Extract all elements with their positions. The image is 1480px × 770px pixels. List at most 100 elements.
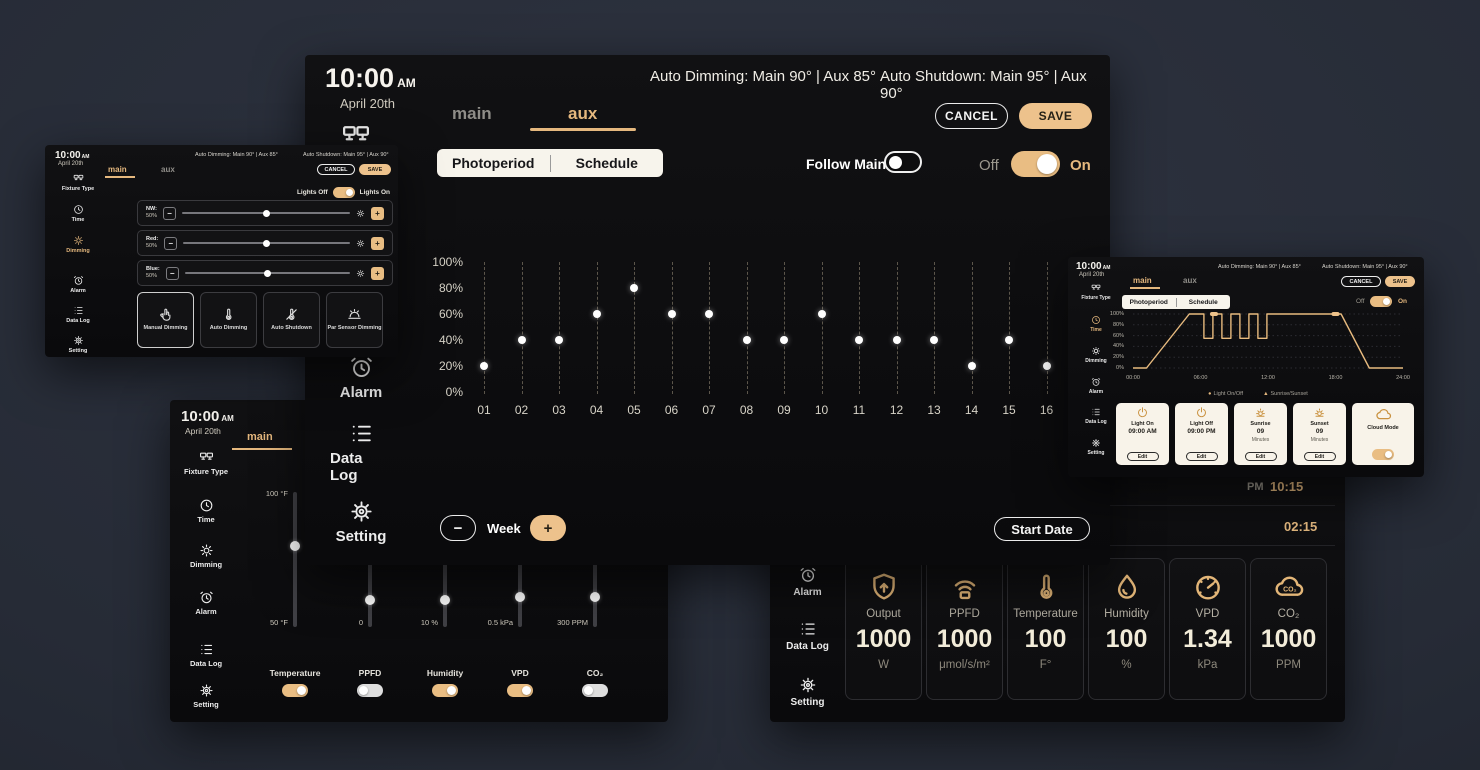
sidebar-item-data-log[interactable]: Data Log bbox=[55, 305, 101, 324]
cloud-mode-toggle[interactable] bbox=[1372, 449, 1394, 460]
channel-decrease-button[interactable]: − bbox=[163, 207, 176, 220]
channel-decrease-button[interactable]: − bbox=[164, 237, 177, 250]
channel-increase-button[interactable]: + bbox=[371, 237, 384, 250]
edit-button[interactable]: Edit bbox=[1245, 452, 1277, 461]
tab-aux[interactable]: aux bbox=[568, 104, 597, 124]
save-button[interactable]: SAVE bbox=[1385, 276, 1415, 287]
sidebar-item-data-log[interactable]: Data Log bbox=[330, 421, 392, 484]
channel-slider[interactable] bbox=[185, 272, 350, 274]
sidebar-item-alarm[interactable]: Alarm bbox=[780, 566, 835, 598]
sidebar-item-alarm[interactable]: Alarm bbox=[330, 355, 392, 401]
sidebar-item-alarm[interactable]: Alarm bbox=[182, 590, 230, 616]
chart-data-point[interactable] bbox=[518, 336, 526, 344]
chart-data-point[interactable] bbox=[480, 362, 488, 370]
aux-on-off-toggle[interactable] bbox=[1011, 151, 1060, 177]
humidity-toggle[interactable] bbox=[432, 684, 458, 697]
main-on-off-toggle[interactable] bbox=[1370, 296, 1392, 307]
lights-on-off-toggle[interactable] bbox=[333, 187, 355, 198]
chart-data-point[interactable] bbox=[780, 336, 788, 344]
chart-data-point[interactable] bbox=[593, 310, 601, 318]
sidebar-item-data-log[interactable]: Data Log bbox=[780, 620, 835, 652]
slider-thumb[interactable] bbox=[290, 541, 300, 551]
sidebar-item-setting[interactable]: Setting bbox=[182, 683, 230, 709]
chart-data-point[interactable] bbox=[968, 362, 976, 370]
mode-label: Auto Dimming bbox=[210, 325, 248, 332]
sidebar-item-setting[interactable]: Setting bbox=[55, 335, 101, 354]
card-title: Sunrise bbox=[1250, 421, 1270, 427]
tab-aux[interactable]: aux bbox=[161, 165, 175, 174]
sidebar-item-dimming[interactable]: Dimming bbox=[55, 235, 101, 254]
auto-shutdown-status: Auto Shutdown: Main 95° | Aux 90° bbox=[1322, 264, 1408, 270]
mode-card-auto-shutdown[interactable]: Auto Shutdown bbox=[263, 292, 320, 348]
channel-decrease-button[interactable]: − bbox=[166, 267, 179, 280]
save-button[interactable]: SAVE bbox=[1019, 103, 1092, 129]
chart-data-point[interactable] bbox=[1043, 362, 1051, 370]
chart-data-point[interactable] bbox=[893, 336, 901, 344]
channel-increase-button[interactable]: + bbox=[371, 267, 384, 280]
save-button[interactable]: SAVE bbox=[359, 164, 391, 175]
sidebar-item-data-log[interactable]: Data Log bbox=[182, 642, 230, 668]
edit-button[interactable]: Edit bbox=[1186, 452, 1218, 461]
sidebar-item-fixture-type[interactable]: Fixture Type bbox=[1076, 283, 1116, 301]
mode-card-manual-dimming[interactable]: Manual Dimming bbox=[137, 292, 194, 348]
chart-data-point[interactable] bbox=[705, 310, 713, 318]
sidebar-item-fixture-type[interactable]: Fixture Type bbox=[55, 173, 101, 192]
mode-card-auto-dimming[interactable]: Auto Dimming bbox=[200, 292, 257, 348]
sidebar-item-fixture-type[interactable]: Fixture Type bbox=[182, 450, 230, 476]
sidebar-item-time[interactable]: Time bbox=[55, 204, 101, 223]
tab-aux[interactable]: aux bbox=[1183, 276, 1197, 285]
start-date-button[interactable]: Start Date bbox=[994, 517, 1090, 541]
segment-schedule[interactable]: Schedule bbox=[551, 155, 664, 171]
tab-main[interactable]: main bbox=[108, 165, 127, 174]
slider-thumb[interactable] bbox=[263, 210, 270, 217]
vpd-toggle[interactable] bbox=[507, 684, 533, 697]
slider-thumb[interactable] bbox=[590, 592, 600, 602]
chart-data-point[interactable] bbox=[630, 284, 638, 292]
segment-photoperiod[interactable]: Photoperiod bbox=[1122, 299, 1176, 306]
channel-slider[interactable] bbox=[183, 242, 350, 244]
sidebar-item-data-log[interactable]: Data Log bbox=[1076, 407, 1116, 425]
cloud-icon bbox=[1375, 406, 1392, 423]
sidebar-item-setting[interactable]: Setting bbox=[1076, 438, 1116, 456]
channel-increase-button[interactable]: + bbox=[371, 207, 384, 220]
sidebar-item-dimming[interactable]: Dimming bbox=[182, 543, 230, 569]
temperature-toggle[interactable] bbox=[282, 684, 308, 697]
week-increment-button[interactable]: + bbox=[530, 515, 566, 541]
cancel-button[interactable]: CANCEL bbox=[935, 103, 1008, 129]
slider-thumb[interactable] bbox=[263, 240, 270, 247]
week-decrement-button[interactable]: − bbox=[440, 515, 476, 541]
chart-data-point[interactable] bbox=[743, 336, 751, 344]
slider-thumb[interactable] bbox=[440, 595, 450, 605]
time-value[interactable]: 10:15 bbox=[1270, 479, 1303, 494]
segment-schedule[interactable]: Schedule bbox=[1177, 299, 1231, 306]
chart-data-point[interactable] bbox=[668, 310, 676, 318]
slider-thumb[interactable] bbox=[515, 592, 525, 602]
sidebar-item-label: Setting bbox=[791, 697, 825, 708]
follow-main-toggle[interactable] bbox=[884, 151, 922, 173]
sidebar-item-setting[interactable]: Setting bbox=[780, 676, 835, 708]
mode-card-par-sensor-dimming[interactable]: Par Sensor Dimming bbox=[326, 292, 383, 348]
chart-data-point[interactable] bbox=[555, 336, 563, 344]
edit-button[interactable]: Edit bbox=[1127, 452, 1159, 461]
temperature-slider-track[interactable] bbox=[293, 492, 297, 627]
ppfd-toggle[interactable] bbox=[357, 684, 383, 697]
chart-data-point[interactable] bbox=[818, 310, 826, 318]
slider-thumb[interactable] bbox=[264, 270, 271, 277]
chart-data-point[interactable] bbox=[855, 336, 863, 344]
chart-data-point[interactable] bbox=[930, 336, 938, 344]
slider-thumb[interactable] bbox=[365, 595, 375, 605]
cancel-button[interactable]: CANCEL bbox=[317, 164, 355, 175]
segment-photoperiod[interactable]: Photoperiod bbox=[437, 155, 550, 171]
sidebar-item-setting[interactable]: Setting bbox=[330, 499, 392, 545]
tab-main[interactable]: main bbox=[452, 104, 492, 124]
co2-toggle[interactable] bbox=[582, 684, 608, 697]
sidebar-item-alarm[interactable]: Alarm bbox=[55, 275, 101, 294]
channel-slider[interactable] bbox=[182, 212, 350, 214]
edit-button[interactable]: Edit bbox=[1304, 452, 1336, 461]
tab-main[interactable]: main bbox=[1133, 276, 1152, 285]
sidebar-item-time[interactable]: Time bbox=[182, 498, 230, 524]
chart-data-point[interactable] bbox=[1005, 336, 1013, 344]
tab-main[interactable]: main bbox=[247, 431, 273, 443]
duration-value[interactable]: 02:15 bbox=[1284, 519, 1317, 534]
cancel-button[interactable]: CANCEL bbox=[1341, 276, 1381, 287]
